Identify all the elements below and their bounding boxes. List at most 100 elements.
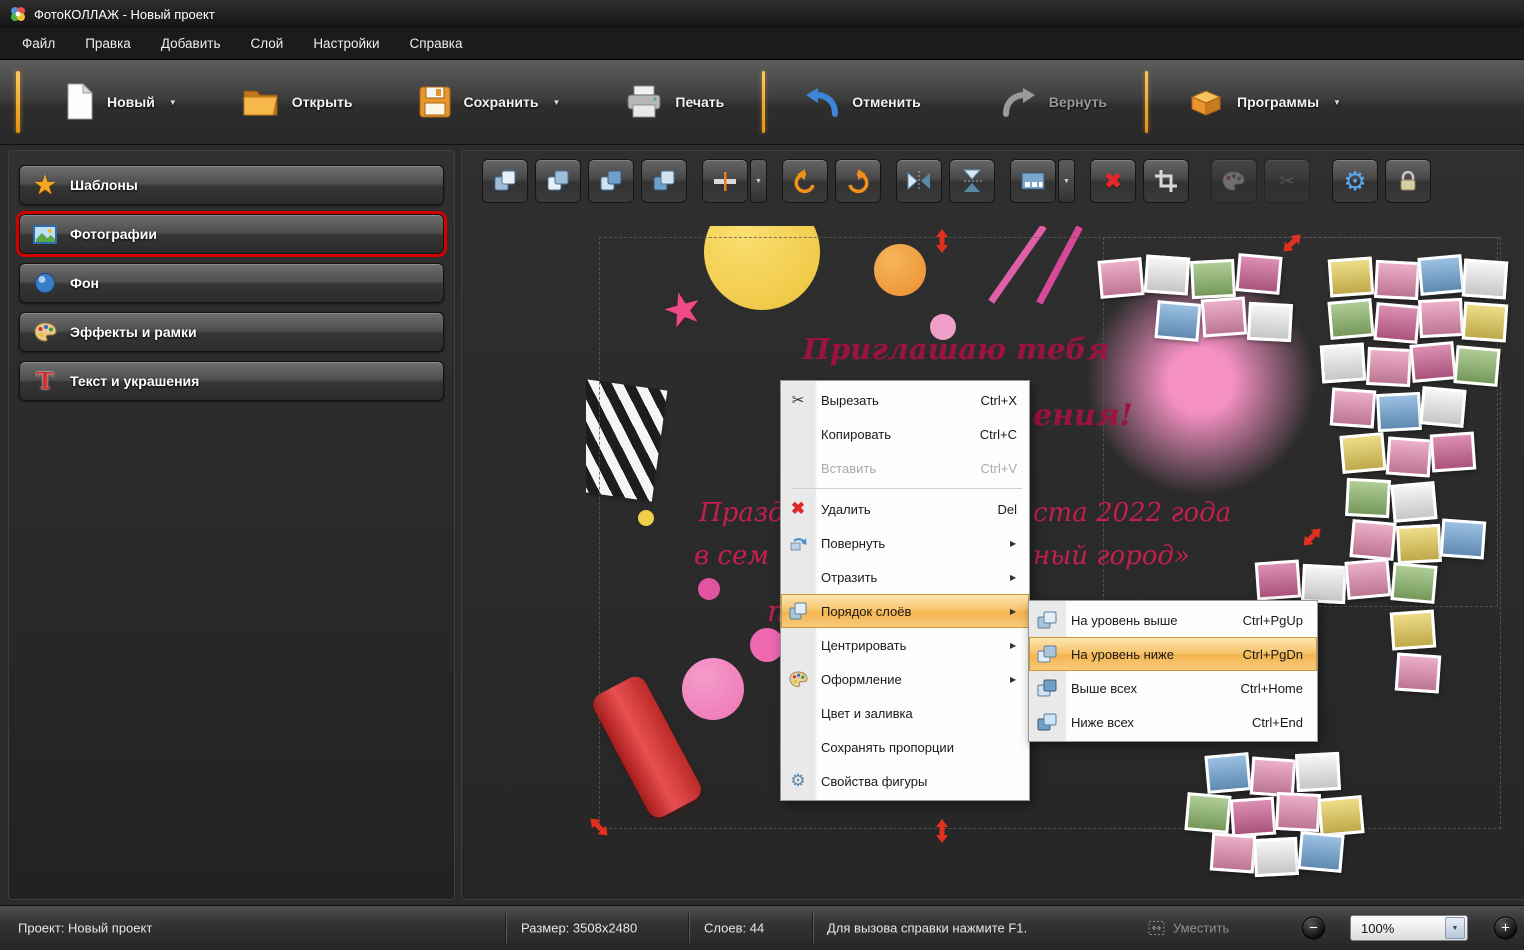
photo-thumb[interactable] — [1275, 792, 1321, 832]
menu-add[interactable]: Добавить — [161, 36, 221, 51]
programs-dropdown-icon[interactable]: ▼ — [1333, 98, 1341, 107]
submenu-item-to-front[interactable]: Выше всех Ctrl+Home — [1029, 671, 1317, 705]
photo-thumb[interactable] — [1462, 259, 1509, 300]
photo-thumb[interactable] — [1440, 519, 1487, 560]
menu-item-flip[interactable]: Отразить ▶ — [781, 560, 1029, 594]
photo-thumb[interactable] — [1409, 341, 1456, 383]
photo-thumb[interactable] — [1349, 519, 1396, 561]
delete-button[interactable]: ✖ — [1090, 159, 1136, 203]
photo-thumb[interactable] — [1390, 562, 1437, 604]
zoom-combobox[interactable]: 100% ▼ — [1350, 915, 1468, 941]
sidebar-item-photos[interactable]: Фотографии — [19, 214, 444, 254]
photo-thumb[interactable] — [1453, 345, 1500, 387]
effects-button[interactable] — [1211, 159, 1257, 203]
sidebar-item-effects[interactable]: Эффекты и рамки — [19, 312, 444, 352]
photo-thumb[interactable] — [1330, 388, 1377, 429]
flip-horizontal-button[interactable] — [896, 159, 942, 203]
submenu-item-level-down[interactable]: На уровень ниже Ctrl+PgDn — [1029, 637, 1317, 671]
collage-grid-button[interactable] — [1010, 159, 1056, 203]
menu-item-copy[interactable]: Копировать Ctrl+C — [781, 417, 1029, 451]
layer-back-button[interactable] — [641, 159, 687, 203]
photo-thumb[interactable] — [1253, 837, 1299, 877]
photo-thumb[interactable] — [1373, 302, 1420, 344]
settings-button[interactable]: ⚙ — [1332, 159, 1378, 203]
photo-thumb[interactable] — [1230, 797, 1277, 838]
cut-object-button[interactable]: ✂ — [1264, 159, 1310, 203]
photo-thumb[interactable] — [1376, 392, 1422, 432]
collage-grid-dropdown-icon[interactable]: ▼ — [1058, 159, 1075, 203]
photo-thumb[interactable] — [1235, 253, 1282, 295]
photo-thumb[interactable] — [1327, 298, 1374, 340]
photo-thumb[interactable] — [1301, 564, 1347, 604]
menu-item-cut[interactable]: ✂ Вырезать Ctrl+X — [781, 383, 1029, 417]
collage-canvas[interactable]: ★ Приглашаю тебя ения! Празд ста 2022 го… — [586, 226, 1524, 886]
menu-layer[interactable]: Слой — [250, 36, 283, 51]
photo-thumb[interactable] — [1255, 560, 1302, 601]
sidebar-item-background[interactable]: Фон — [19, 263, 444, 303]
photo-thumb[interactable] — [1374, 260, 1420, 300]
photo-thumb[interactable] — [1396, 524, 1442, 564]
photo-thumb[interactable] — [1390, 610, 1437, 651]
zoom-dropdown-icon[interactable]: ▼ — [1445, 917, 1465, 939]
menu-file[interactable]: Файл — [22, 36, 55, 51]
menu-item-keep-proportions[interactable]: Сохранять пропорции — [781, 730, 1029, 764]
menu-help[interactable]: Справка — [410, 36, 463, 51]
photo-thumb[interactable] — [1417, 254, 1464, 296]
photo-thumb[interactable] — [1344, 558, 1391, 600]
photo-thumb[interactable] — [1395, 653, 1442, 694]
photo-thumb[interactable] — [1328, 257, 1375, 298]
new-button[interactable]: Новый ▼ — [50, 74, 189, 130]
menu-item-color-fill[interactable]: Цвет и заливка — [781, 696, 1029, 730]
sidebar-item-templates[interactable]: ★ Шаблоны — [19, 165, 444, 205]
photo-thumb[interactable] — [1390, 481, 1437, 523]
rotate-right-button[interactable] — [835, 159, 881, 203]
menu-item-shape-properties[interactable]: ⚙ Свойства фигуры — [781, 764, 1029, 798]
crop-button[interactable] — [1143, 159, 1189, 203]
menu-item-style[interactable]: Оформление ▶ — [781, 662, 1029, 696]
photo-thumb[interactable] — [1419, 386, 1466, 428]
layer-backward-button[interactable] — [535, 159, 581, 203]
layer-forward-button[interactable] — [482, 159, 528, 203]
photo-thumb[interactable] — [1184, 792, 1231, 834]
zoom-out-button[interactable]: − — [1302, 917, 1325, 940]
photo-thumb[interactable] — [1320, 343, 1367, 384]
photo-thumb[interactable] — [1250, 757, 1297, 798]
new-dropdown-icon[interactable]: ▼ — [169, 98, 177, 107]
photo-thumb[interactable] — [1418, 298, 1464, 338]
resize-arrow-bottom[interactable] — [934, 818, 950, 844]
photo-thumb[interactable] — [1144, 255, 1191, 296]
open-button[interactable]: Открыть — [229, 76, 365, 128]
save-button[interactable]: Сохранить ▼ — [405, 76, 573, 128]
photo-thumb[interactable] — [1462, 302, 1509, 343]
layer-front-button[interactable] — [588, 159, 634, 203]
photo-thumb[interactable] — [1430, 432, 1477, 473]
menu-settings[interactable]: Настройки — [313, 36, 379, 51]
photo-thumb[interactable] — [1210, 833, 1257, 874]
photo-thumb[interactable] — [1201, 297, 1248, 338]
photo-thumb[interactable] — [1386, 437, 1433, 478]
menu-item-rotate[interactable]: Повернуть ▶ — [781, 526, 1029, 560]
menu-item-paste[interactable]: Вставить Ctrl+V — [781, 451, 1029, 485]
resize-arrow-top[interactable] — [934, 228, 950, 254]
fit-button[interactable]: Уместить — [1148, 921, 1229, 936]
align-button[interactable] — [702, 159, 748, 203]
photo-thumb[interactable] — [1297, 831, 1344, 873]
undo-button[interactable]: Отменить — [791, 79, 932, 125]
submenu-item-to-back[interactable]: Ниже всех Ctrl+End — [1029, 705, 1317, 739]
submenu-item-level-up[interactable]: На уровень выше Ctrl+PgUp — [1029, 603, 1317, 637]
menu-item-layer-order[interactable]: Порядок слоёв ▶ — [781, 594, 1029, 628]
programs-button[interactable]: Программы ▼ — [1174, 77, 1353, 127]
photo-thumb[interactable] — [1190, 259, 1236, 299]
photo-thumb[interactable] — [1247, 302, 1293, 342]
flip-vertical-button[interactable] — [949, 159, 995, 203]
print-button[interactable]: Печать — [612, 76, 736, 128]
photo-thumb[interactable] — [1339, 432, 1386, 474]
redo-button[interactable]: Вернуть — [988, 79, 1119, 125]
save-dropdown-icon[interactable]: ▼ — [552, 98, 560, 107]
menu-edit[interactable]: Правка — [85, 36, 131, 51]
menu-item-center[interactable]: Центрировать ▶ — [781, 628, 1029, 662]
photo-thumb[interactable] — [1154, 300, 1201, 342]
photo-thumb[interactable] — [1204, 752, 1251, 794]
photo-thumb[interactable] — [1295, 752, 1341, 792]
lock-button[interactable] — [1385, 159, 1431, 203]
